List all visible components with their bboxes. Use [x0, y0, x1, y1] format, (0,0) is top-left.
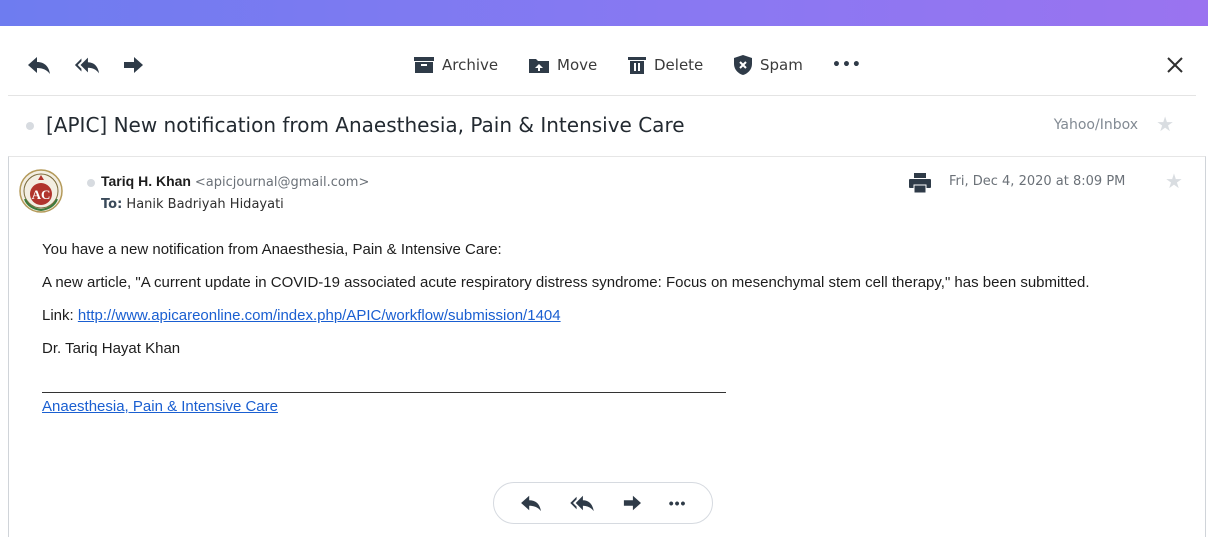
message-panel: AC Tariq H. Khan <apicjournal@gmail.com>…: [8, 156, 1206, 537]
trash-icon: [628, 57, 646, 74]
close-icon[interactable]: [1162, 52, 1188, 78]
spam-button[interactable]: Spam: [734, 52, 803, 78]
print-icon[interactable]: [909, 173, 931, 198]
more-actions-button[interactable]: •••: [832, 52, 862, 78]
recipient-name[interactable]: Hanik Badriyah Hidayati: [126, 197, 283, 212]
sender-email[interactable]: <apicjournal@gmail.com>: [195, 175, 370, 190]
avatar: AC: [19, 169, 63, 213]
sender-line: Tariq H. Khan <apicjournal@gmail.com>: [101, 173, 369, 190]
archive-button[interactable]: Archive: [414, 52, 498, 78]
message-body: You have a new notification from Anaesth…: [42, 241, 1162, 416]
body-line-link: Link: http://www.apicareonline.com/index…: [42, 307, 1162, 325]
unread-dot[interactable]: [26, 122, 34, 130]
body-line-article: A new article, "A current update in COVI…: [42, 274, 1090, 291]
shield-icon: [734, 55, 752, 75]
sender-name[interactable]: Tariq H. Khan: [101, 173, 191, 189]
read-status-dot[interactable]: [87, 179, 95, 187]
quick-forward-icon[interactable]: [622, 494, 642, 512]
avatar-initials: AC: [32, 187, 51, 202]
quick-actions-bar: •••: [493, 482, 713, 524]
message-date: Fri, Dec 4, 2020 at 8:09 PM: [949, 174, 1126, 189]
quick-reply-all-icon[interactable]: [569, 494, 595, 512]
submission-link[interactable]: http://www.apicareonline.com/index.php/A…: [78, 307, 561, 324]
recipient-line: To: Hanik Badriyah Hidayati: [101, 197, 284, 212]
archive-icon: [414, 57, 434, 73]
folder-label[interactable]: Yahoo/Inbox: [1054, 117, 1138, 133]
signature-divider: [42, 392, 726, 393]
move-label: Move: [557, 56, 598, 74]
quick-more-button[interactable]: •••: [669, 495, 687, 511]
archive-label: Archive: [442, 56, 499, 74]
delete-label: Delete: [654, 56, 704, 74]
link-prefix: Link:: [42, 307, 78, 324]
star-icon[interactable]: ★: [1156, 112, 1174, 137]
move-button[interactable]: Move: [529, 52, 597, 78]
spam-label: Spam: [760, 56, 803, 74]
journal-footer-link[interactable]: Anaesthesia, Pain & Intensive Care: [42, 398, 278, 415]
email-subject: [APIC] New notification from Anaesthesia…: [46, 113, 685, 137]
forward-icon[interactable]: [120, 52, 146, 78]
message-star-icon[interactable]: ★: [1165, 169, 1183, 194]
reply-icon[interactable]: [26, 52, 52, 78]
move-folder-icon: [529, 59, 549, 73]
message-toolbar: Archive Move Delete Spam •••: [0, 34, 1208, 94]
body-line-intro: You have a new notification from Anaesth…: [42, 241, 502, 258]
signature: Dr. Tariq Hayat Khan: [42, 340, 181, 357]
reply-all-icon[interactable]: [74, 52, 100, 78]
quick-reply-icon[interactable]: [520, 494, 542, 512]
top-accent-bar: [0, 0, 1208, 26]
subject-row: [APIC] New notification from Anaesthesia…: [0, 96, 1208, 156]
delete-button[interactable]: Delete: [628, 52, 703, 78]
to-label: To:: [101, 197, 123, 212]
